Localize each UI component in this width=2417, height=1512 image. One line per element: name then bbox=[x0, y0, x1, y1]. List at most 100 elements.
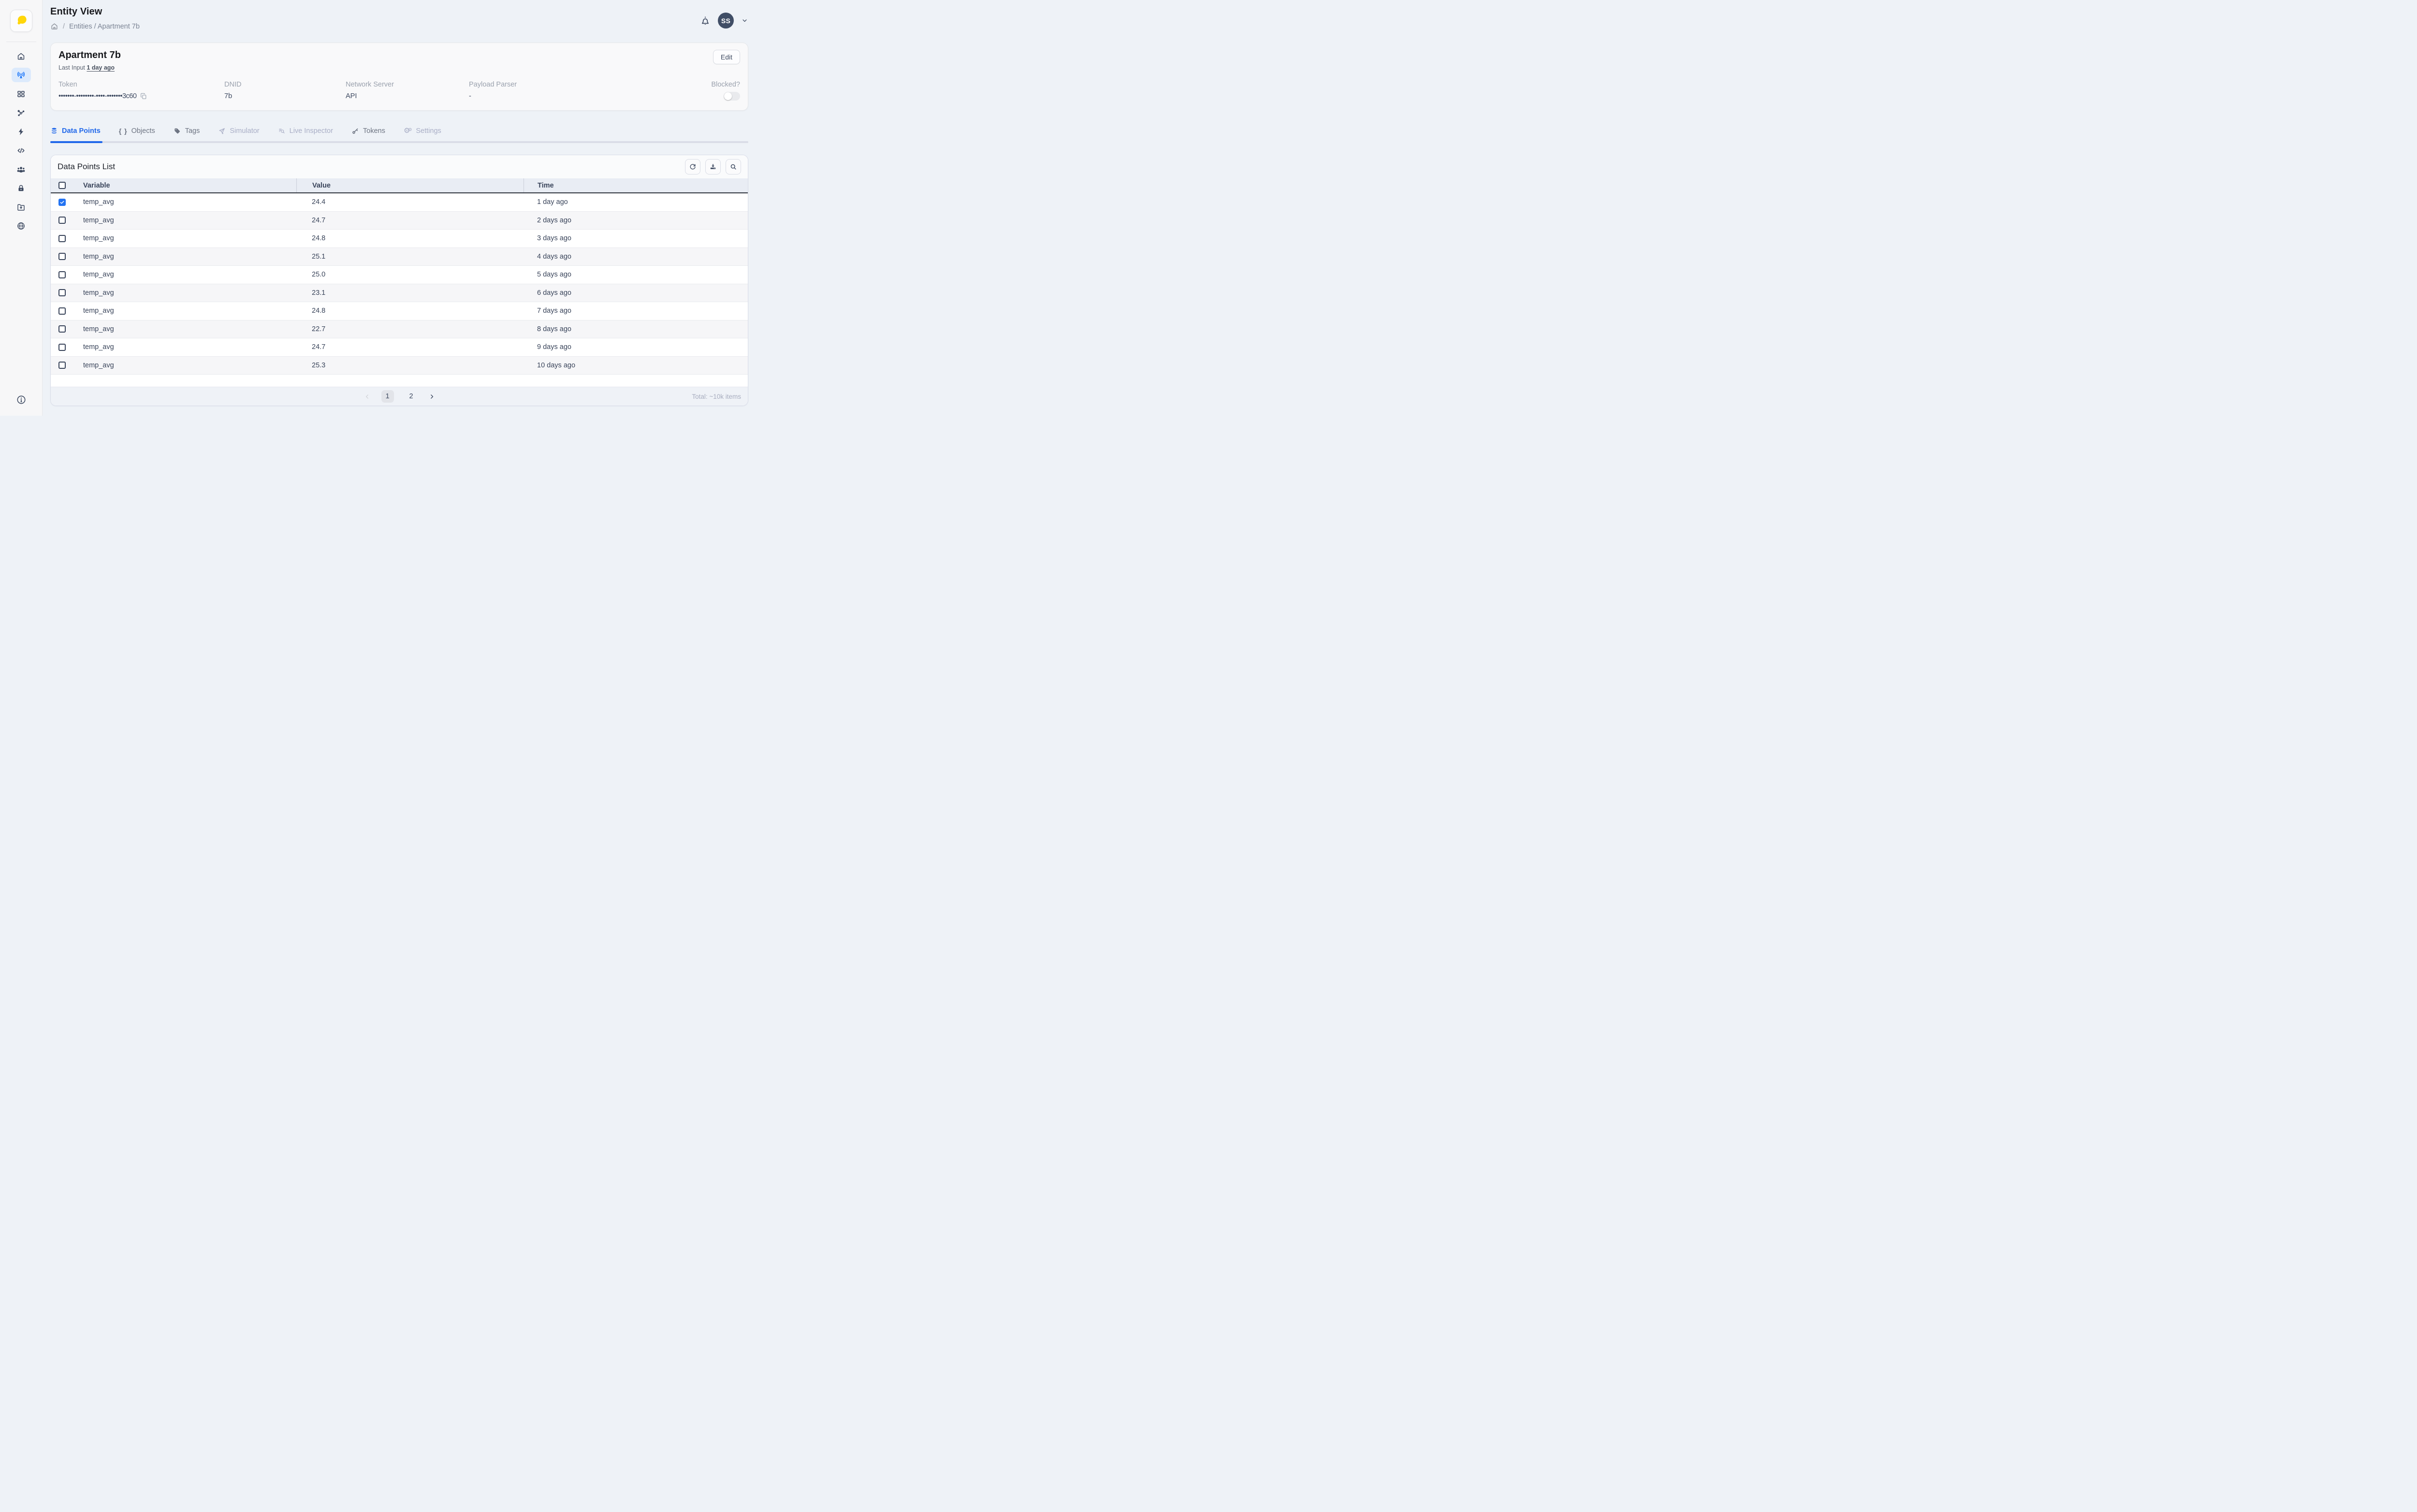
sidebar-item-users[interactable] bbox=[12, 162, 31, 176]
row-checkbox[interactable] bbox=[58, 307, 66, 315]
active-tab-indicator bbox=[50, 141, 102, 143]
sidebar-item-dashboards[interactable] bbox=[12, 87, 31, 101]
column-header-variable[interactable]: Variable bbox=[78, 178, 296, 192]
account-menu-button[interactable] bbox=[741, 17, 748, 24]
table-row[interactable]: temp_avg 24.7 2 days ago bbox=[51, 212, 748, 230]
sidebar-item-connections[interactable] bbox=[12, 105, 31, 120]
home-icon[interactable] bbox=[50, 22, 58, 30]
row-time: 6 days ago bbox=[524, 284, 748, 302]
data-points-panel: Data Points List Variable bbox=[50, 155, 748, 406]
column-header-value[interactable]: Value bbox=[296, 178, 524, 192]
tab-scroll-track bbox=[50, 141, 748, 143]
broadcast-icon bbox=[16, 71, 26, 80]
code-icon bbox=[16, 146, 26, 155]
tag-icon bbox=[174, 127, 181, 135]
blocked-toggle[interactable] bbox=[724, 92, 740, 101]
download-button[interactable] bbox=[705, 159, 721, 174]
row-checkbox[interactable] bbox=[58, 199, 66, 206]
row-checkbox[interactable] bbox=[58, 344, 66, 351]
table-row[interactable]: temp_avg 24.4 1 day ago bbox=[51, 193, 748, 212]
table-row[interactable]: temp_avg 23.1 6 days ago bbox=[51, 284, 748, 303]
chevron-down-icon bbox=[741, 17, 748, 24]
row-checkbox[interactable] bbox=[58, 253, 66, 260]
breadcrumb-path[interactable]: Entities / Apartment 7b bbox=[69, 23, 140, 30]
table-body: temp_avg 24.4 1 day ago temp_avg 24.7 2 … bbox=[51, 193, 748, 375]
row-time: 7 days ago bbox=[524, 302, 748, 320]
grid-icon bbox=[16, 89, 26, 99]
tab-objects[interactable]: { } Objects bbox=[119, 127, 155, 135]
copy-token-button[interactable] bbox=[140, 92, 147, 100]
search-button[interactable] bbox=[726, 159, 741, 174]
tago-logo-icon bbox=[14, 14, 29, 28]
row-checkbox[interactable] bbox=[58, 235, 66, 242]
panel-footer: 1 2 Total: ~10k items bbox=[51, 387, 748, 406]
row-time: 2 days ago bbox=[524, 212, 748, 230]
tab-tags[interactable]: Tags bbox=[174, 127, 200, 135]
row-value: 25.0 bbox=[296, 266, 524, 284]
sidebar-item-access[interactable] bbox=[12, 181, 31, 195]
tab-simulator[interactable]: Simulator bbox=[218, 127, 259, 135]
sidebar-item-analysis[interactable] bbox=[12, 143, 31, 158]
entity-name: Apartment 7b bbox=[58, 50, 121, 61]
lock-icon bbox=[16, 184, 26, 193]
notifications-button[interactable] bbox=[700, 15, 711, 26]
previous-page-button[interactable] bbox=[364, 393, 370, 400]
select-all-checkbox[interactable] bbox=[58, 182, 66, 189]
app-logo[interactable] bbox=[10, 10, 32, 32]
last-input-value[interactable]: 1 day ago bbox=[87, 64, 115, 71]
sidebar-item-home[interactable] bbox=[12, 49, 31, 63]
chevron-left-icon bbox=[364, 393, 370, 400]
row-checkbox[interactable] bbox=[58, 271, 66, 278]
next-page-button[interactable] bbox=[429, 393, 435, 400]
table-row[interactable]: temp_avg 25.3 10 days ago bbox=[51, 357, 748, 375]
avatar[interactable]: SS bbox=[718, 13, 734, 29]
page-button-2[interactable]: 2 bbox=[405, 390, 418, 403]
row-variable: temp_avg bbox=[78, 320, 296, 338]
field-blocked: Blocked? bbox=[711, 81, 740, 103]
row-variable: temp_avg bbox=[78, 230, 296, 247]
page-title: Entity View bbox=[50, 6, 140, 17]
row-time: 9 days ago bbox=[524, 338, 748, 356]
table-row[interactable]: temp_avg 25.1 4 days ago bbox=[51, 248, 748, 266]
tab-settings[interactable]: ⚙⚙ Settings bbox=[404, 127, 441, 135]
row-checkbox[interactable] bbox=[58, 289, 66, 296]
tab-data-points[interactable]: Data Points bbox=[50, 127, 101, 135]
sidebar-item-actions[interactable] bbox=[12, 124, 31, 139]
row-checkbox[interactable] bbox=[58, 325, 66, 333]
table-row[interactable]: temp_avg 24.8 3 days ago bbox=[51, 230, 748, 248]
sidebar-item-files[interactable] bbox=[12, 200, 31, 214]
table-row[interactable]: temp_avg 25.0 5 days ago bbox=[51, 266, 748, 284]
top-bar: Entity View / Entities / Apartment 7b SS bbox=[50, 0, 748, 43]
page-button-1[interactable]: 1 bbox=[381, 390, 394, 403]
row-time: 3 days ago bbox=[524, 230, 748, 247]
row-variable: temp_avg bbox=[78, 193, 296, 211]
column-header-time[interactable]: Time bbox=[524, 178, 748, 192]
row-checkbox[interactable] bbox=[58, 362, 66, 369]
sidebar-item-integrations[interactable] bbox=[12, 218, 31, 233]
home-icon bbox=[16, 52, 26, 61]
sidebar bbox=[0, 0, 43, 416]
tab-tokens[interactable]: Tokens bbox=[351, 127, 385, 135]
bolt-icon bbox=[16, 127, 26, 136]
refresh-button[interactable] bbox=[685, 159, 700, 174]
row-value: 25.3 bbox=[296, 357, 524, 375]
row-time: 5 days ago bbox=[524, 266, 748, 284]
sidebar-item-devices[interactable] bbox=[12, 68, 31, 82]
row-checkbox[interactable] bbox=[58, 217, 66, 224]
sidebar-nav bbox=[12, 49, 31, 233]
edit-button[interactable]: Edit bbox=[713, 50, 740, 64]
sidebar-help[interactable] bbox=[16, 394, 27, 405]
row-variable: temp_avg bbox=[78, 266, 296, 284]
main-content: Entity View / Entities / Apartment 7b SS bbox=[43, 0, 758, 416]
table-row[interactable]: temp_avg 24.8 7 days ago bbox=[51, 302, 748, 320]
chevron-right-icon bbox=[429, 393, 435, 400]
breadcrumb: / Entities / Apartment 7b bbox=[50, 22, 140, 30]
row-time: 4 days ago bbox=[524, 248, 748, 266]
table-row[interactable]: temp_avg 24.7 9 days ago bbox=[51, 338, 748, 357]
tab-live-inspector[interactable]: Live Inspector bbox=[278, 127, 333, 135]
row-value: 22.7 bbox=[296, 320, 524, 338]
row-value: 24.4 bbox=[296, 193, 524, 211]
app-root: Entity View / Entities / Apartment 7b SS bbox=[0, 0, 758, 416]
row-variable: temp_avg bbox=[78, 302, 296, 320]
table-row[interactable]: temp_avg 22.7 8 days ago bbox=[51, 320, 748, 339]
